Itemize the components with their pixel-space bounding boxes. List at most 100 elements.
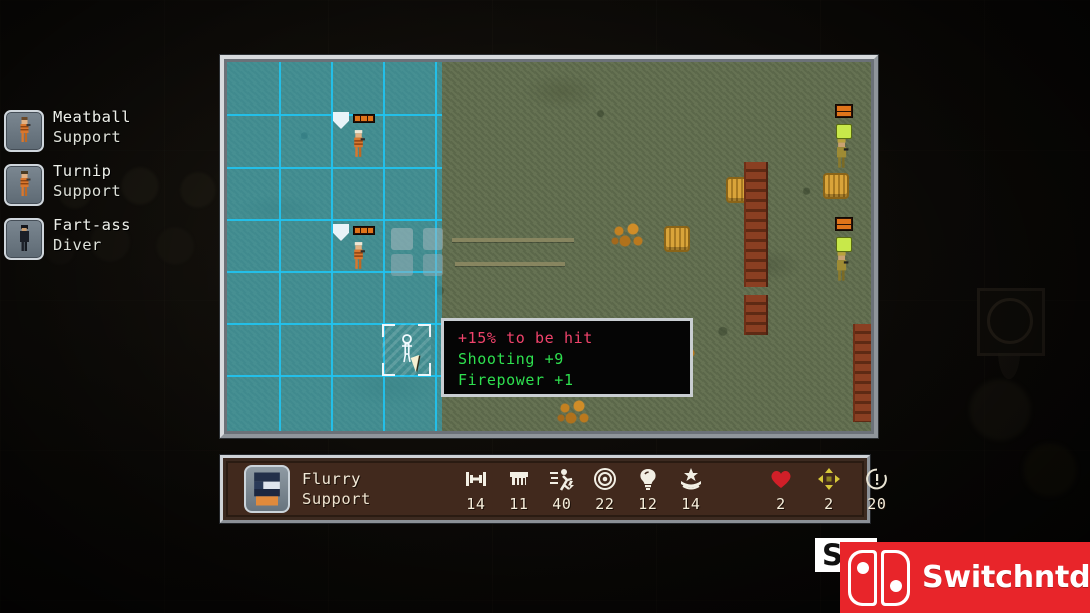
- roster-role: Support: [53, 181, 122, 200]
- stump-object: [664, 226, 690, 252]
- star-crown-icon: [674, 466, 708, 492]
- anvil-icon: [502, 466, 536, 492]
- diver-sprite-icon: [20, 225, 29, 251]
- stat-value: 20: [867, 494, 887, 513]
- friendly-unit-north[interactable]: [333, 112, 393, 162]
- shield-marker-icon: [333, 112, 349, 129]
- squad-roster-list: Meatball Support Turnip Support Fart-ass…: [0, 108, 200, 270]
- joycon-right-icon: [881, 549, 910, 606]
- bush-cluster: [611, 223, 645, 249]
- stat-morale[interactable]: 14: [674, 466, 708, 513]
- stat-value: 14: [466, 494, 486, 513]
- soldier-sprite-icon: [354, 242, 365, 269]
- stat-value: 2: [824, 494, 834, 513]
- stat-actions[interactable]: 20: [860, 466, 894, 513]
- enemy-marker-icon: [836, 124, 852, 139]
- stat-health[interactable]: 2: [764, 466, 798, 513]
- tooltip-line-firepower: Firepower +1: [458, 371, 574, 389]
- stat-movement[interactable]: 2: [812, 466, 846, 513]
- tooltip-line-hit: +15% to be hit: [458, 329, 593, 347]
- stat-value: 11: [509, 494, 529, 513]
- rock-cover: [423, 228, 443, 250]
- rock-cover: [391, 254, 413, 276]
- stat-value: 22: [595, 494, 615, 513]
- roster-name: Meatball: [53, 108, 131, 126]
- roster-item-meatball[interactable]: Meatball Support: [0, 108, 200, 162]
- joycon-left-stick: [857, 561, 869, 574]
- stat-melee[interactable]: 11: [502, 466, 536, 513]
- stat-value: 2: [776, 494, 786, 513]
- roster-label-fart-ass: Fart-ass Diver: [53, 216, 131, 253]
- bush-cluster: [557, 400, 591, 426]
- nintendo-switch-logo: [848, 549, 910, 606]
- lightbulb-icon: [631, 466, 665, 492]
- stat-value: 14: [681, 494, 701, 513]
- health-bar: [835, 104, 853, 118]
- tile-corner: [382, 363, 395, 376]
- roster-name: Fart-ass: [53, 216, 131, 234]
- primary-stats-group: 14 11 40 22 12 14: [459, 466, 708, 513]
- combat-preview-tooltip: +15% to be hit Shooting +9 Firepower +1: [441, 318, 693, 397]
- portrait-turnip[interactable]: [4, 164, 44, 206]
- fence-beam: [455, 262, 565, 266]
- friendly-unit-south[interactable]: [333, 224, 393, 274]
- tile-corner: [382, 324, 395, 337]
- portrait-fart-ass[interactable]: [4, 218, 44, 260]
- tactical-battle-map[interactable]: +15% to be hit Shooting +9 Firepower +1: [220, 55, 878, 438]
- soldier-sprite-icon: [20, 117, 31, 142]
- shield-marker-icon: [333, 224, 349, 241]
- roster-role: Diver: [53, 235, 102, 254]
- soldier-sprite-icon: [354, 130, 365, 157]
- move-arrows-icon: [812, 466, 846, 492]
- stat-intellect[interactable]: 12: [631, 466, 665, 513]
- roster-label-turnip: Turnip Support: [53, 162, 121, 199]
- site-watermark: Switchntd.com: [840, 542, 1090, 613]
- dumbbell-icon: [459, 466, 493, 492]
- statbar-unit-name: Flurry: [302, 469, 361, 488]
- stat-strength[interactable]: 14: [459, 466, 493, 513]
- watermark-site-text: Switchntd.com: [922, 560, 1090, 595]
- portrait-meatball[interactable]: [4, 110, 44, 152]
- portrait-flurry[interactable]: [244, 465, 290, 513]
- stat-shooting[interactable]: 22: [588, 466, 622, 513]
- roster-label-meatball: Meatball Support: [53, 108, 131, 145]
- grid-line: [279, 62, 281, 431]
- tooltip-line-shooting: Shooting +9: [458, 350, 564, 368]
- log-barricade: [744, 295, 768, 335]
- flurry-sprite-icon: [254, 472, 280, 506]
- stat-value: 12: [638, 494, 658, 513]
- statbar-content: Flurry Support 14 11 40 22 12 14 2 2 20: [226, 461, 887, 517]
- joycon-right-stick: [890, 579, 902, 592]
- tile-corner: [418, 324, 431, 337]
- running-figure-icon: [545, 466, 579, 492]
- health-bar: [835, 217, 853, 231]
- enemy-sprite-icon: [837, 252, 849, 281]
- statbar-unit-label: Flurry Support: [302, 469, 371, 507]
- roster-item-turnip[interactable]: Turnip Support: [0, 162, 200, 216]
- log-barricade: [853, 324, 871, 422]
- grid-line: [227, 219, 442, 221]
- grid-line: [227, 167, 442, 169]
- rock-cover: [391, 228, 413, 250]
- secondary-stats-group: 2 2 20: [764, 466, 894, 513]
- roster-role: Support: [53, 127, 122, 146]
- health-bar: [353, 226, 375, 235]
- enemy-sprite-icon: [837, 139, 849, 168]
- soldier-sprite-icon: [20, 171, 31, 196]
- target-icon: [588, 466, 622, 492]
- fence-beam: [452, 238, 574, 242]
- selected-unit-statbar: Flurry Support 14 11 40 22 12 14 2 2 20: [220, 455, 887, 523]
- map-viewport[interactable]: +15% to be hit Shooting +9 Firepower +1: [227, 62, 871, 431]
- stat-speed[interactable]: 40: [545, 466, 579, 513]
- rock-cover: [423, 254, 443, 276]
- joycon-left-icon: [848, 549, 877, 606]
- log-barricade: [744, 162, 768, 287]
- enemy-unit-1[interactable]: [829, 104, 867, 178]
- health-bar: [353, 114, 375, 123]
- roster-name: Turnip: [53, 162, 112, 180]
- enemy-marker-icon: [836, 237, 852, 252]
- enemy-unit-2[interactable]: [829, 217, 867, 291]
- action-timer-icon: [860, 466, 894, 492]
- heart-icon: [764, 466, 798, 492]
- roster-item-fart-ass[interactable]: Fart-ass Diver: [0, 216, 200, 270]
